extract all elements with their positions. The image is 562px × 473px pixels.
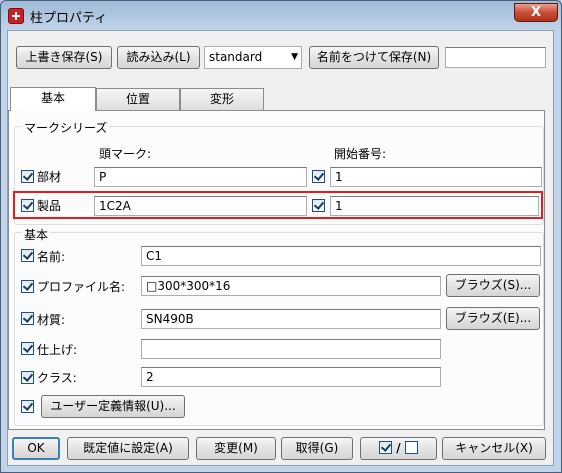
header-prefix: 頭マーク: bbox=[99, 147, 152, 161]
material-browse-button[interactable]: ブラウズ(E)... bbox=[446, 307, 540, 330]
modify-button[interactable]: 変更(M) bbox=[196, 437, 276, 460]
toggle-separator: / bbox=[396, 441, 401, 455]
preset-select[interactable]: standard ▼ bbox=[204, 46, 302, 69]
finish-label: 仕上げ: bbox=[37, 343, 78, 357]
user-defined-checkbox[interactable] bbox=[21, 400, 34, 413]
chevron-down-icon[interactable]: ▼ bbox=[291, 47, 298, 68]
name-input[interactable]: C1 bbox=[141, 246, 541, 266]
product-prefix-input[interactable]: 1C2A bbox=[94, 196, 307, 216]
unchecked-box-icon bbox=[404, 441, 418, 454]
checked-box-icon bbox=[379, 441, 393, 454]
product-checkbox[interactable] bbox=[21, 199, 34, 212]
overwrite-save-button[interactable]: 上書き保存(S) bbox=[16, 46, 112, 69]
profile-label: プロファイル名: bbox=[37, 280, 126, 294]
finish-checkbox[interactable] bbox=[21, 342, 34, 355]
cancel-button[interactable]: キャンセル(X) bbox=[442, 437, 546, 460]
class-checkbox[interactable] bbox=[21, 371, 34, 384]
set-default-button[interactable]: 既定値に設定(A) bbox=[67, 437, 189, 460]
material-input[interactable]: SN490B bbox=[141, 309, 441, 329]
name-label: 名前: bbox=[37, 250, 66, 264]
finish-input[interactable] bbox=[141, 339, 441, 359]
toggle-all-button[interactable]: / bbox=[360, 437, 437, 460]
part-prefix-input[interactable]: P bbox=[94, 167, 307, 187]
save-as-button[interactable]: 名前をつけて保存(N) bbox=[309, 46, 439, 69]
title-bar[interactable]: 柱プロパティ X bbox=[2, 2, 560, 30]
get-button[interactable]: 取得(G) bbox=[281, 437, 353, 460]
name-checkbox[interactable] bbox=[21, 249, 34, 262]
mark-series-title: マークシリーズ bbox=[22, 119, 110, 136]
product-label: 製品 bbox=[37, 199, 62, 213]
user-defined-button[interactable]: ユーザー定義情報(U)... bbox=[41, 395, 185, 418]
save-as-name-input[interactable] bbox=[445, 47, 546, 68]
product-start-input[interactable]: 1 bbox=[330, 196, 539, 216]
ok-button[interactable]: OK bbox=[12, 437, 60, 460]
preset-select-value: standard bbox=[209, 50, 263, 64]
material-label: 材質: bbox=[37, 313, 66, 327]
product-start-checkbox[interactable] bbox=[312, 199, 325, 212]
profile-checkbox[interactable] bbox=[21, 280, 34, 293]
tab-deform[interactable]: 変形 bbox=[180, 88, 264, 110]
window-title: 柱プロパティ bbox=[30, 11, 108, 26]
load-button[interactable]: 読み込み(L) bbox=[117, 46, 200, 69]
part-start-checkbox[interactable] bbox=[312, 170, 325, 183]
header-start-number: 開始番号: bbox=[334, 147, 387, 161]
basic-group-title: 基本 bbox=[22, 226, 51, 243]
close-button[interactable]: X bbox=[514, 3, 558, 22]
tab-position[interactable]: 位置 bbox=[96, 88, 180, 110]
class-input[interactable]: 2 bbox=[141, 367, 441, 387]
part-start-input[interactable]: 1 bbox=[330, 167, 542, 187]
part-checkbox[interactable] bbox=[21, 170, 34, 183]
profile-input[interactable]: □300*300*16 bbox=[141, 276, 441, 296]
material-checkbox[interactable] bbox=[21, 312, 34, 325]
profile-browse-button[interactable]: ブラウズ(S)... bbox=[446, 274, 540, 297]
class-label: クラス: bbox=[37, 371, 77, 385]
app-icon bbox=[8, 8, 24, 24]
part-label: 部材 bbox=[37, 170, 62, 184]
tab-basic[interactable]: 基本 bbox=[10, 87, 96, 111]
